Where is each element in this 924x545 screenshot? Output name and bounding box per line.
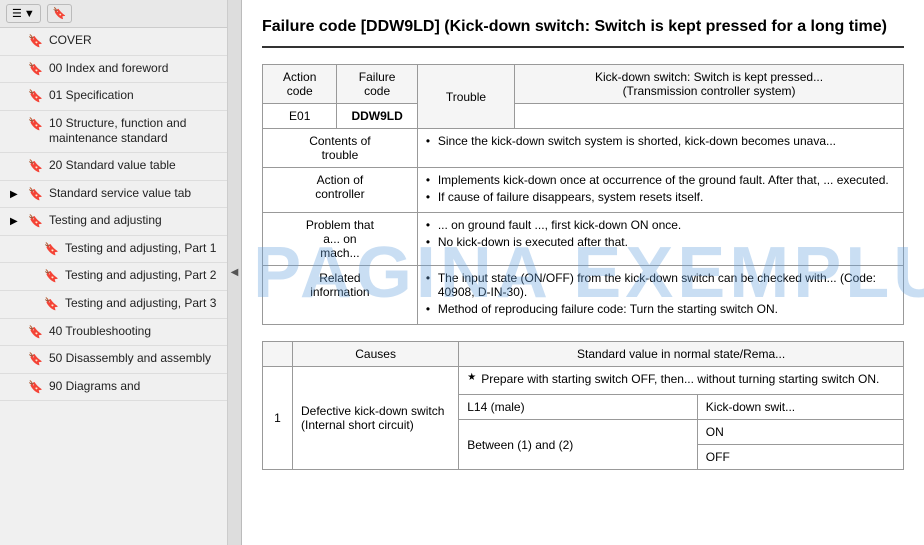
nav-bookmark-icon: 🔖: [28, 117, 43, 133]
causes-col-standard: Standard value in normal state/Rema...: [459, 342, 904, 367]
main-content: Failure code [DDW9LD] (Kick-down switch:…: [242, 0, 924, 545]
sidebar-item-90-diagrams[interactable]: 🔖 90 Diagrams and: [0, 374, 227, 402]
contents-label: Contents oftrouble: [263, 129, 418, 168]
related-info-label: Relatedinformation: [263, 266, 418, 325]
causes-col-num: [263, 342, 293, 367]
sidebar-toolbar: ☰ ▼ 🔖: [0, 0, 227, 28]
nav-bookmark-icon: 🔖: [28, 62, 43, 78]
action-controller-value: Implements kick-down once at occurrence …: [417, 168, 903, 213]
nav-bookmark-icon: 🔖: [28, 187, 43, 203]
sidebar-item-label: 00 Index and foreword: [49, 61, 219, 77]
nav-bookmark-icon: 🔖: [44, 242, 59, 258]
col-header-action-code: Action code: [263, 65, 337, 104]
expand-placeholder: [10, 118, 20, 131]
sidebar-item-label: 90 Diagrams and: [49, 379, 219, 395]
cause-desc: Defective kick-down switch(Internal shor…: [293, 367, 459, 470]
action-controller-label: Action ofcontroller: [263, 168, 418, 213]
sidebar-item-label: 10 Structure, function and maintenance s…: [49, 116, 219, 147]
sidebar-item-testing-2[interactable]: 🔖 Testing and adjusting, Part 2: [0, 263, 227, 291]
action-code-value: E01: [263, 104, 337, 129]
expand-placeholder: [26, 270, 36, 283]
expand-placeholder: [10, 90, 20, 103]
col-header-trouble: Trouble: [417, 65, 514, 129]
nav-bookmark-icon: 🔖: [28, 214, 43, 230]
expand-placeholder: [10, 160, 20, 173]
title-text: Failure code [DDW9LD] (Kick-down switch:…: [262, 18, 887, 35]
sidebar-item-label: 50 Disassembly and assembly: [49, 351, 219, 367]
sidebar-collapse-handle[interactable]: ◀: [228, 0, 242, 545]
expand-placeholder: [10, 35, 20, 48]
failure-code-table: Action code Failure code Trouble Kick-do…: [262, 64, 904, 325]
expand-placeholder: [10, 63, 20, 76]
sidebar-item-01-spec[interactable]: 🔖 01 Specification: [0, 83, 227, 111]
nav-bookmark-icon: 🔖: [28, 34, 43, 50]
sidebar-item-label: COVER: [49, 33, 219, 49]
sidebar-item-testing-3[interactable]: 🔖 Testing and adjusting, Part 3: [0, 291, 227, 319]
sidebar-item-10-structure[interactable]: 🔖 10 Structure, function and maintenance…: [0, 111, 227, 153]
expand-arrow: ▶: [10, 215, 20, 228]
sidebar-item-label: 20 Standard value table: [49, 158, 219, 174]
page-title: Failure code [DDW9LD] (Kick-down switch:…: [262, 16, 904, 48]
sidebar-item-label: 40 Troubleshooting: [49, 324, 219, 340]
sidebar-item-40-trouble[interactable]: 🔖 40 Troubleshooting: [0, 319, 227, 347]
menu-dropdown-arrow: ▼: [24, 8, 35, 20]
expand-placeholder: [26, 243, 36, 256]
sidebar-item-testing-1[interactable]: 🔖 Testing and adjusting, Part 1: [0, 236, 227, 264]
sidebar-item-label: Testing and adjusting: [49, 213, 219, 229]
cause-star-note: Prepare with starting switch OFF, then..…: [459, 367, 904, 395]
problem-machine-label: Problem thata... onmach...: [263, 213, 418, 266]
menu-button[interactable]: ☰ ▼: [6, 4, 41, 23]
sidebar-item-cover[interactable]: 🔖 COVER: [0, 28, 227, 56]
sidebar-item-00-index[interactable]: 🔖 00 Index and foreword: [0, 56, 227, 84]
sidebar-item-label: Testing and adjusting, Part 3: [65, 296, 219, 312]
nav-bookmark-icon: 🔖: [44, 269, 59, 285]
nav-bookmark-icon: 🔖: [28, 380, 43, 396]
nav-bookmark-icon: 🔖: [28, 325, 43, 341]
nav-bookmark-icon: 🔖: [28, 159, 43, 175]
cause-num: 1: [263, 367, 293, 470]
bookmark-icon: 🔖: [53, 7, 67, 20]
sub-row-label-1: L14 (male): [459, 395, 698, 420]
related-info-value: The input state (ON/OFF) from the kick-d…: [417, 266, 903, 325]
expand-placeholder: [10, 381, 20, 394]
sub-row-on: ON: [697, 420, 903, 445]
expand-arrow: ▶: [10, 188, 20, 201]
nav-bookmark-icon: 🔖: [44, 297, 59, 313]
sidebar-item-label: Testing and adjusting, Part 2: [65, 268, 219, 284]
failure-code-value: DDW9LD: [337, 104, 417, 129]
sub-row-label-2: Between (1) and (2): [459, 420, 698, 470]
sidebar-item-50-disassembly[interactable]: 🔖 50 Disassembly and assembly: [0, 346, 227, 374]
expand-placeholder: [10, 326, 20, 339]
nav-bookmark-icon: 🔖: [28, 89, 43, 105]
expand-placeholder: [10, 353, 20, 366]
problem-machine-value: ... on ground fault ..., first kick-down…: [417, 213, 903, 266]
sidebar: ☰ ▼ 🔖 🔖 COVER 🔖 00 Index and foreword 🔖 …: [0, 0, 228, 545]
causes-table: Causes Standard value in normal state/Re…: [262, 341, 904, 470]
sidebar-item-label: Testing and adjusting, Part 1: [65, 241, 219, 257]
col-header-desc: Kick-down switch: Switch is kept pressed…: [515, 65, 904, 104]
col-header-failure-code: Failure code: [337, 65, 417, 104]
collapse-arrow-icon: ◀: [231, 267, 239, 278]
sub-row-value-1: Kick-down swit...: [697, 395, 903, 420]
sidebar-item-testing-adj[interactable]: ▶ 🔖 Testing and adjusting: [0, 208, 227, 236]
nav-bookmark-icon: 🔖: [28, 352, 43, 368]
sub-row-off: OFF: [697, 445, 903, 470]
causes-col-causes: Causes: [293, 342, 459, 367]
contents-value: Since the kick-down switch system is sho…: [417, 129, 903, 168]
sidebar-item-label: 01 Specification: [49, 88, 219, 104]
bookmark-button[interactable]: 🔖: [47, 4, 73, 23]
menu-icon: ☰: [12, 7, 22, 20]
sidebar-item-standard-service[interactable]: ▶ 🔖 Standard service value tab: [0, 181, 227, 209]
trouble-desc: [515, 104, 904, 129]
sidebar-item-label: Standard service value tab: [49, 186, 219, 202]
expand-placeholder: [26, 298, 36, 311]
sidebar-item-20-standard[interactable]: 🔖 20 Standard value table: [0, 153, 227, 181]
